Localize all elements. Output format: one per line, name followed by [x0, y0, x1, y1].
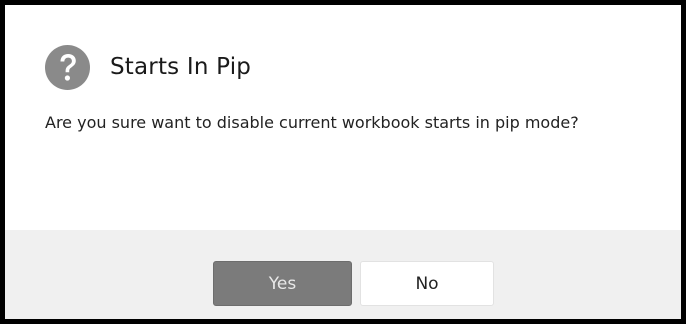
- confirmation-dialog: Starts In Pip Are you sure want to disab…: [0, 0, 686, 324]
- dialog-message: Are you sure want to disable current wor…: [45, 113, 579, 132]
- no-button[interactable]: No: [360, 261, 494, 306]
- dialog-title: Starts In Pip: [110, 54, 252, 80]
- question-circle-icon: [45, 44, 90, 90]
- yes-button[interactable]: Yes: [213, 261, 352, 306]
- dialog-header: Starts In Pip: [43, 43, 251, 91]
- dialog-footer: Yes No: [5, 230, 681, 319]
